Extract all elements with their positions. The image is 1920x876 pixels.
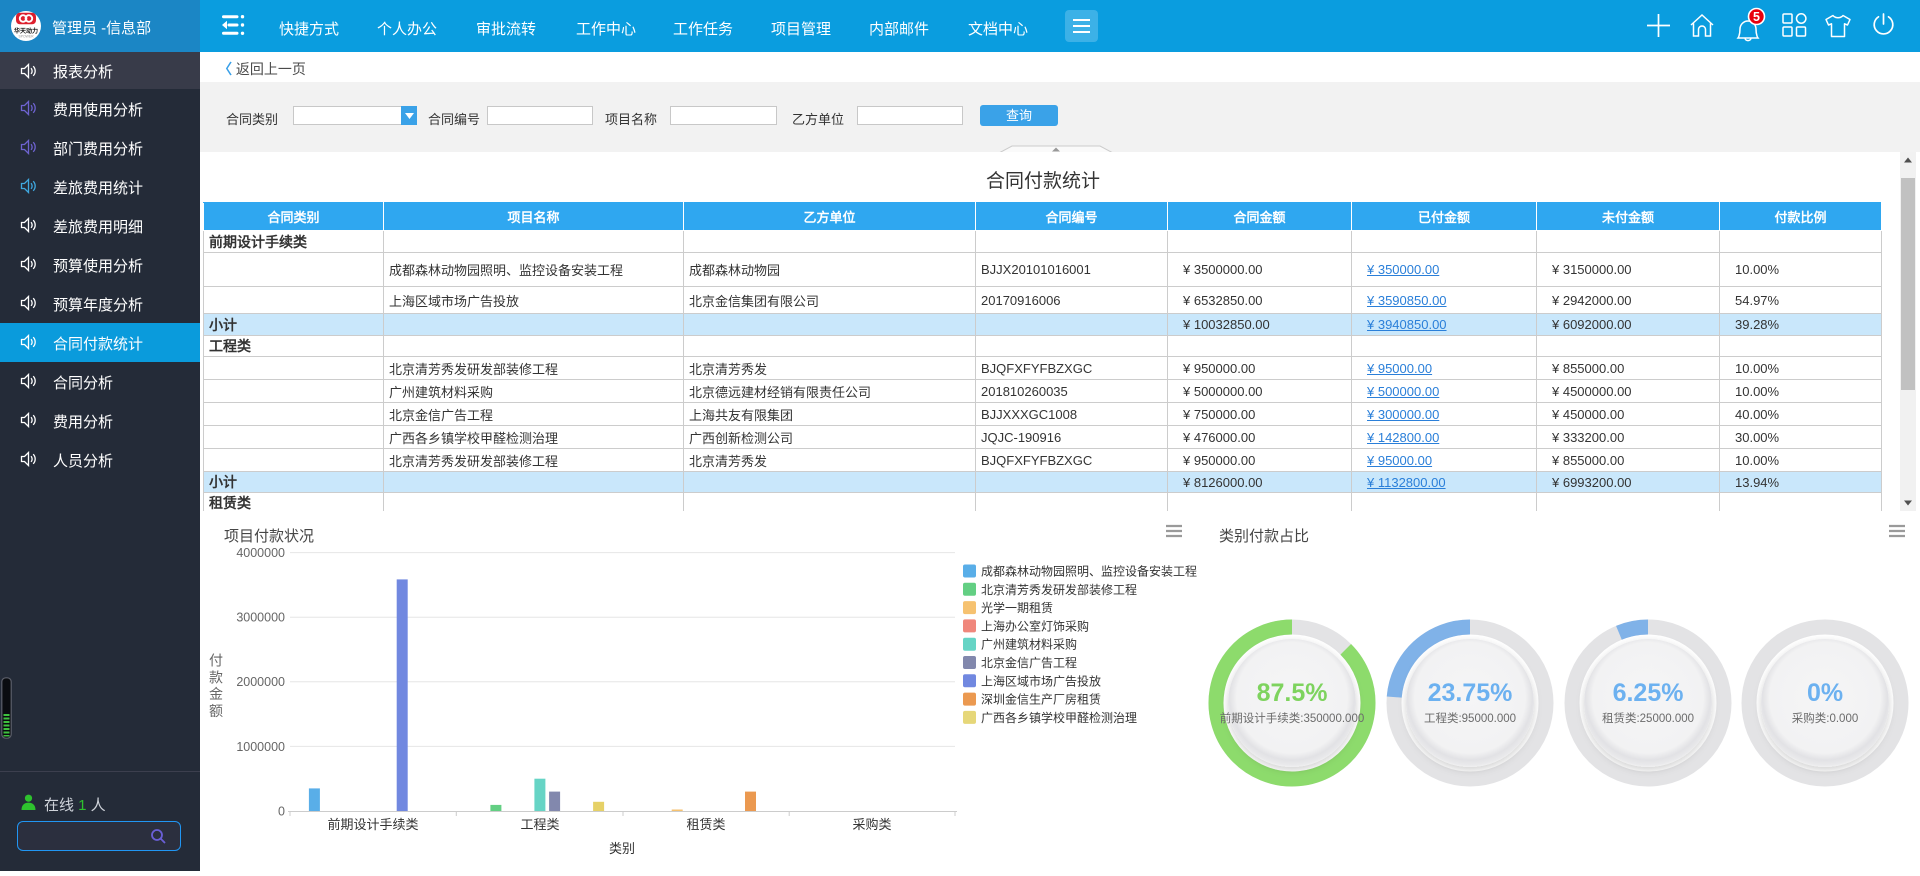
svg-text:深圳金信生产厂房租赁: 深圳金信生产厂房租赁	[981, 692, 1101, 707]
svg-text:付: 付	[209, 653, 223, 669]
svg-text:上海区域市场广告投放: 上海区域市场广告投放	[981, 673, 1101, 688]
svg-text:87.5%: 87.5%	[1257, 679, 1328, 707]
svg-text:光学一期租赁: 光学一期租赁	[981, 600, 1053, 615]
svg-text:款: 款	[209, 669, 223, 685]
svg-text:上海办公室灯饰采购: 上海办公室灯饰采购	[981, 618, 1089, 633]
svg-text:类别: 类别	[609, 841, 635, 856]
svg-text:成都森林动物园照明、监控设备安装工程: 成都森林动物园照明、监控设备安装工程	[981, 564, 1197, 579]
svg-text:采购类: 采购类	[852, 817, 891, 832]
svg-text:前期设计手续类:350000.000: 前期设计手续类:350000.000	[1220, 711, 1364, 725]
svg-text:前期设计手续类: 前期设计手续类	[327, 817, 418, 832]
svg-text:0%: 0%	[1807, 679, 1843, 707]
svg-text:0: 0	[278, 804, 285, 818]
svg-text:租赁类: 租赁类	[686, 817, 725, 832]
svg-text:2000000: 2000000	[236, 675, 285, 689]
svg-text:1000000: 1000000	[236, 740, 285, 754]
svg-text:工程类:95000.000: 工程类:95000.000	[1424, 711, 1516, 725]
svg-text:广西各乡镇学校甲醛检测治理: 广西各乡镇学校甲醛检测治理	[981, 710, 1137, 725]
svg-text:类别付款占比: 类别付款占比	[1219, 528, 1309, 545]
svg-text:采购类:0.000: 采购类:0.000	[1792, 711, 1858, 725]
svg-text:金: 金	[209, 686, 223, 702]
svg-text:3000000: 3000000	[236, 611, 285, 625]
svg-text:租赁类:25000.000: 租赁类:25000.000	[1602, 711, 1694, 725]
svg-text:北京清芳秀发研发部装修工程: 北京清芳秀发研发部装修工程	[981, 582, 1137, 597]
svg-text:5: 5	[1753, 10, 1760, 24]
svg-text:项目付款状况: 项目付款状况	[224, 528, 314, 545]
svg-text:额: 额	[209, 703, 223, 719]
svg-text:工程类: 工程类	[520, 817, 559, 832]
svg-text:6.25%: 6.25%	[1613, 679, 1684, 707]
svg-text:北京金信广告工程: 北京金信广告工程	[981, 655, 1077, 670]
svg-text:广州建筑材料采购: 广州建筑材料采购	[981, 637, 1077, 652]
svg-text:23.75%: 23.75%	[1428, 679, 1513, 707]
svg-text:SPOWER: SPOWER	[18, 35, 34, 39]
svg-text:4000000: 4000000	[236, 546, 285, 560]
